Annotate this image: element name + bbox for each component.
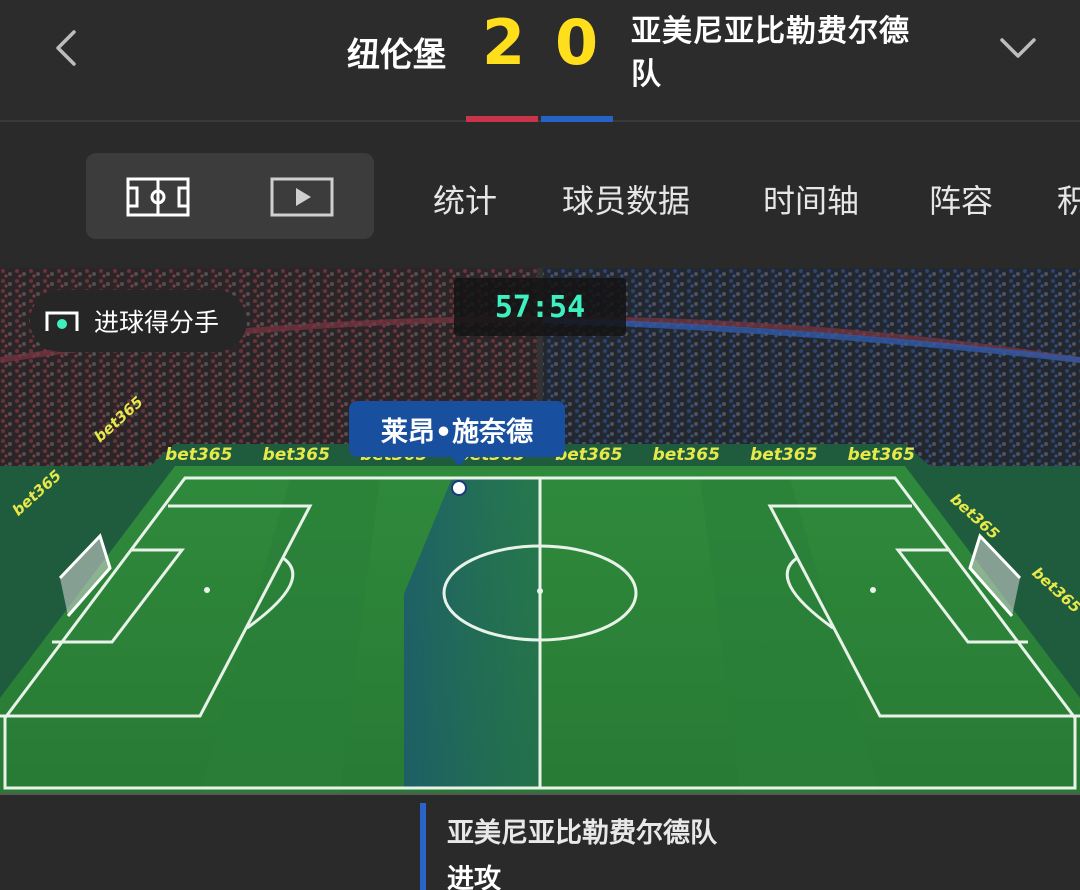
goal-scorers-button[interactable]: 进球得分手 — [30, 290, 247, 352]
chevron-down-icon — [1000, 38, 1036, 58]
match-header: 纽伦堡 2 0 亚美尼亚比勒费尔德队 — [0, 0, 1080, 122]
play-video-icon — [270, 177, 334, 217]
goal-scorers-label: 进球得分手 — [94, 308, 220, 337]
away-score: 0 — [555, 6, 599, 79]
sponsor-logo: bet365 — [750, 445, 818, 465]
video-view-button[interactable] — [270, 177, 334, 217]
tab-lineup[interactable]: 阵容 — [929, 176, 993, 222]
pitch-icon — [126, 177, 190, 217]
tab-player-data[interactable]: 球员数据 — [562, 176, 690, 222]
home-score: 2 — [482, 6, 526, 79]
team-accent-bar — [420, 803, 426, 890]
sponsor-logo: bet365 — [847, 445, 915, 465]
away-team-color-bar — [541, 116, 613, 122]
goal-icon — [44, 309, 80, 333]
tab-standings[interactable]: 积 — [1057, 176, 1080, 222]
expand-button[interactable] — [996, 26, 1040, 70]
match-clock: 57:54 — [454, 278, 626, 336]
pitch-visualization: bet365 bet365 bet365 bet365 bet365 bet36… — [0, 268, 1080, 793]
tab-stats[interactable]: 统计 — [433, 176, 497, 222]
tab-bar: 统计 球员数据 时间轴 阵容 积 — [0, 124, 1080, 268]
match-status-panel: 亚美尼亚比勒费尔德队 进攻 — [0, 793, 1080, 890]
pitch-view-button[interactable] — [126, 177, 190, 217]
sponsor-logo: bet365 — [262, 445, 330, 465]
sponsor-logo: bet365 — [652, 445, 720, 465]
status-team-name: 亚美尼亚比勒费尔德队 — [447, 818, 717, 849]
player-tag-pointer — [450, 456, 468, 466]
sponsor-logo: bet365 — [165, 445, 233, 465]
status-action: 进攻 — [447, 864, 501, 890]
tab-timeline[interactable]: 时间轴 — [763, 176, 859, 222]
view-toggle — [86, 153, 374, 239]
home-team-color-bar — [466, 116, 538, 122]
away-team-name: 亚美尼亚比勒费尔德队 — [631, 14, 910, 92]
chevron-left-icon — [56, 30, 76, 66]
player-name-tag: 莱昂•施奈德 — [349, 401, 565, 457]
sponsor-logo: bet365 — [555, 445, 623, 465]
home-team-name: 纽伦堡 — [347, 35, 446, 74]
back-button[interactable] — [44, 26, 88, 70]
